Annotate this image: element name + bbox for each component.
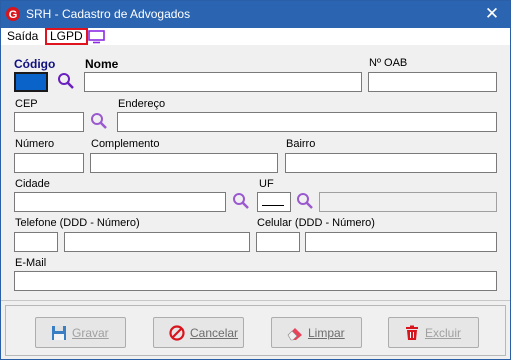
search-cidade-icon[interactable] [232,192,250,210]
uf-label: UF [259,178,274,190]
celular-numero-input[interactable] [305,232,497,252]
search-uf-icon[interactable] [296,192,314,210]
monitor-icon[interactable] [88,30,105,44]
endereco-input[interactable] [117,112,497,132]
bairro-label: Bairro [286,138,316,150]
nome-label: Nome [85,57,119,71]
cep-label: CEP [15,98,38,110]
excluir-button[interactable]: Excluir [388,317,479,348]
numero-label: Número [15,138,55,150]
complemento-input[interactable] [90,153,278,173]
search-codigo-icon[interactable] [57,72,75,90]
cep-input[interactable] [14,112,84,132]
cancel-icon [169,325,185,341]
limpar-label: Limpar [308,326,345,340]
telefone-label: Telefone (DDD - Número) [15,217,140,229]
window-title: SRH - Cadastro de Advogados [26,7,191,21]
menu-item-lgpd[interactable]: LGPD [45,28,88,45]
button-panel: Gravar Cancelar Limpar Excluir [5,305,506,356]
oab-input[interactable] [368,72,497,92]
oab-label: Nº OAB [369,57,408,69]
title-bar[interactable]: G SRH - Cadastro de Advogados ✕ [1,1,510,28]
menu-item-saida[interactable]: Saída [7,29,38,43]
close-icon[interactable]: ✕ [482,4,502,24]
celular-label: Celular (DDD - Número) [257,217,375,229]
bairro-input[interactable] [285,153,497,173]
email-label: E-Mail [15,257,47,269]
uf-input[interactable] [257,192,291,212]
numero-input[interactable] [14,153,84,173]
telefone-ddd-input[interactable] [14,232,58,252]
celular-ddd-input[interactable] [256,232,300,252]
app-window: G SRH - Cadastro de Advogados ✕ Saída LG… [0,0,511,360]
menu-bar: Saída LGPD [1,28,510,45]
save-icon [52,326,66,340]
endereco-label: Endereço [118,98,166,110]
codigo-input[interactable] [14,72,48,92]
cidade-label: Cidade [15,178,50,190]
email-input[interactable] [14,271,497,291]
telefone-numero-input[interactable] [64,232,250,252]
cancelar-label: Cancelar [190,326,239,340]
eraser-icon [287,328,302,341]
uf-description-field [319,192,497,212]
cancelar-button[interactable]: Cancelar [153,317,244,348]
trash-icon [406,325,418,340]
nome-input[interactable] [84,72,362,92]
divider [1,300,510,301]
excluir-label: Excluir [425,326,462,340]
cidade-input[interactable] [14,192,226,212]
svg-text:G: G [9,9,18,21]
complemento-label: Complemento [91,138,160,150]
search-cep-icon[interactable] [90,112,108,130]
gravar-label: Gravar [72,326,109,340]
app-logo-icon: G [6,7,20,21]
limpar-button[interactable]: Limpar [271,317,362,348]
codigo-label: Código [14,57,56,71]
gravar-button[interactable]: Gravar [35,317,126,348]
